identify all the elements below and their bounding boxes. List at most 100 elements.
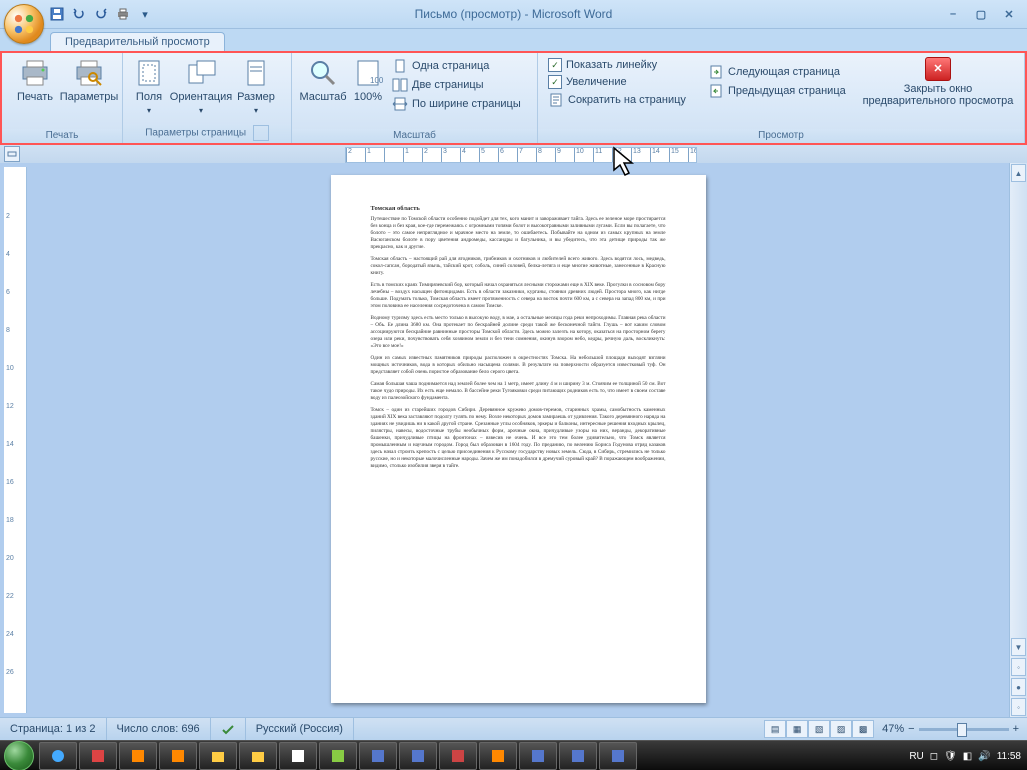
zoom-out-button[interactable]: −	[908, 723, 914, 735]
group-preview: ✓Показать линейку ✓Увеличение Сократить …	[538, 53, 1025, 143]
doc-paragraph: Водному туризму здесь есть место только …	[371, 315, 666, 350]
office-button[interactable]	[4, 4, 44, 44]
size-button[interactable]: Размер▾	[233, 55, 279, 117]
status-spell-icon[interactable]	[211, 718, 246, 740]
ruler-band: 2112345678910111213141516	[0, 145, 1027, 163]
show-ruler-checkbox[interactable]: ✓Показать линейку	[544, 57, 704, 73]
orientation-button[interactable]: Ориентация▾	[169, 55, 233, 117]
next-page-nav-icon[interactable]: ◦	[1011, 698, 1026, 716]
prev-page-nav-icon[interactable]: ◦	[1011, 658, 1026, 676]
zoom-slider-thumb[interactable]	[957, 723, 967, 737]
view-print-layout-icon[interactable]: ▤	[764, 720, 786, 738]
prev-page-button[interactable]: Предыдущая страница	[704, 82, 844, 100]
taskbar-item[interactable]	[319, 742, 357, 770]
browse-object-icon[interactable]: ●	[1011, 678, 1026, 696]
undo-icon[interactable]	[70, 5, 88, 23]
zoom-in-button[interactable]: +	[1013, 723, 1019, 735]
one-page-icon	[392, 58, 408, 74]
tray-icon[interactable]: 🛡	[944, 751, 957, 762]
ruler-toggle-button[interactable]	[4, 146, 20, 162]
taskbar-item[interactable]	[359, 742, 397, 770]
save-icon[interactable]	[48, 5, 66, 23]
doc-paragraph: Томская область – настоящий рай для ягод…	[371, 256, 666, 277]
options-label: Параметры	[60, 91, 119, 103]
tray-clock[interactable]: 11:58	[997, 751, 1021, 762]
vertical-scrollbar[interactable]: ▲ ▼ ◦ ● ◦	[1009, 163, 1027, 717]
zoom-value[interactable]: 47%	[882, 723, 904, 735]
vertical-ruler[interactable]: 2468101214161820222426	[4, 167, 27, 713]
system-tray: RU ◻ 🛡 ◧ 🔊 11:58	[909, 751, 1027, 762]
taskbar-item[interactable]	[399, 742, 437, 770]
group-print-label: Печать	[2, 129, 122, 143]
taskbar-item[interactable]	[439, 742, 477, 770]
doc-heading: Томская область	[371, 205, 666, 212]
start-button[interactable]	[0, 741, 38, 770]
group-print: Печать Параметры Печать	[2, 53, 123, 143]
status-page[interactable]: Страница: 1 из 2	[0, 718, 107, 740]
doc-paragraph: Томск – один из старейших городов Сибири…	[371, 407, 666, 470]
taskbar-item[interactable]	[239, 742, 277, 770]
tray-icon[interactable]: ◧	[963, 751, 972, 762]
status-words[interactable]: Число слов: 696	[107, 718, 211, 740]
shrink-icon	[548, 92, 564, 108]
close-preview-label: Закрыть окно предварительного просмотра	[858, 83, 1018, 107]
doc-paragraph: Путешествие по Томской области особенно …	[371, 216, 666, 251]
tab-print-preview[interactable]: Предварительный просмотр	[50, 32, 225, 51]
window-title: Письмо (просмотр) - Microsoft Word	[415, 7, 613, 21]
magnifier-checkbox[interactable]: ✓Увеличение	[544, 74, 704, 90]
tray-icon[interactable]: ◻	[930, 751, 938, 762]
group-page-setup-label: Параметры страницы	[123, 124, 291, 143]
checkbox-checked-icon: ✓	[548, 75, 562, 89]
zoom-100-button[interactable]: 100 100%	[348, 55, 388, 103]
view-outline-icon[interactable]: ▨	[830, 720, 852, 738]
group-zoom-label: Масштаб	[292, 129, 537, 143]
view-web-icon[interactable]: ▧	[808, 720, 830, 738]
taskbar-item[interactable]	[559, 742, 597, 770]
print-button[interactable]: Печать	[8, 55, 62, 103]
quick-print-icon[interactable]	[114, 5, 132, 23]
scroll-up-button[interactable]: ▲	[1011, 164, 1026, 182]
horizontal-ruler[interactable]: 2112345678910111213141516	[345, 147, 697, 163]
maximize-button[interactable]: ▢	[971, 7, 991, 21]
zoom-button[interactable]: Масштаб	[298, 55, 348, 103]
shrink-button[interactable]: Сократить на страницу	[544, 91, 704, 109]
minimize-button[interactable]: –	[943, 7, 963, 21]
taskbar-item[interactable]	[199, 742, 237, 770]
dialog-launcher-icon[interactable]	[253, 125, 269, 141]
group-zoom: Масштаб 100 100% Одна страница Две стран…	[292, 53, 538, 143]
tray-volume-icon[interactable]: 🔊	[978, 751, 990, 762]
taskbar-item[interactable]	[479, 742, 517, 770]
page-viewport[interactable]: Томская область Путешествие по Томской о…	[27, 163, 1009, 717]
view-draft-icon[interactable]: ▩	[852, 720, 874, 738]
svg-text:100: 100	[370, 76, 384, 85]
taskbar-item[interactable]	[159, 742, 197, 770]
two-pages-icon	[392, 77, 408, 93]
window-controls: – ▢ ✕	[943, 7, 1027, 21]
taskbar-item[interactable]	[39, 742, 77, 770]
one-page-button[interactable]: Одна страница	[388, 57, 525, 75]
taskbar-item[interactable]	[279, 742, 317, 770]
status-language[interactable]: Русский (Россия)	[246, 718, 354, 740]
page-width-button[interactable]: По ширине страницы	[388, 95, 525, 113]
scroll-down-button[interactable]: ▼	[1011, 638, 1026, 656]
taskbar-item[interactable]	[599, 742, 637, 770]
close-preview-button[interactable]: ✕ Закрыть окно предварительного просмотр…	[858, 55, 1018, 107]
taskbar-item[interactable]	[519, 742, 557, 770]
taskbar-item[interactable]	[119, 742, 157, 770]
view-fullscreen-icon[interactable]: ▦	[786, 720, 808, 738]
redo-icon[interactable]	[92, 5, 110, 23]
taskbar-item[interactable]	[79, 742, 117, 770]
zoom-slider[interactable]	[919, 728, 1009, 731]
group-page-setup: Поля▾ Ориентация▾ Размер▾ Параметры стра…	[123, 53, 292, 143]
tray-lang[interactable]: RU	[909, 751, 923, 762]
zoom-label: Масштаб	[299, 91, 346, 103]
scroll-track[interactable]	[1010, 183, 1027, 637]
margins-label: Поля	[136, 91, 162, 103]
next-page-button[interactable]: Следующая страница	[704, 63, 844, 81]
page-width-icon	[392, 96, 408, 112]
two-pages-button[interactable]: Две страницы	[388, 76, 525, 94]
margins-button[interactable]: Поля▾	[129, 55, 169, 117]
options-button[interactable]: Параметры	[62, 55, 116, 103]
qat-more-icon[interactable]: ▾	[136, 5, 154, 23]
close-button[interactable]: ✕	[999, 7, 1019, 21]
